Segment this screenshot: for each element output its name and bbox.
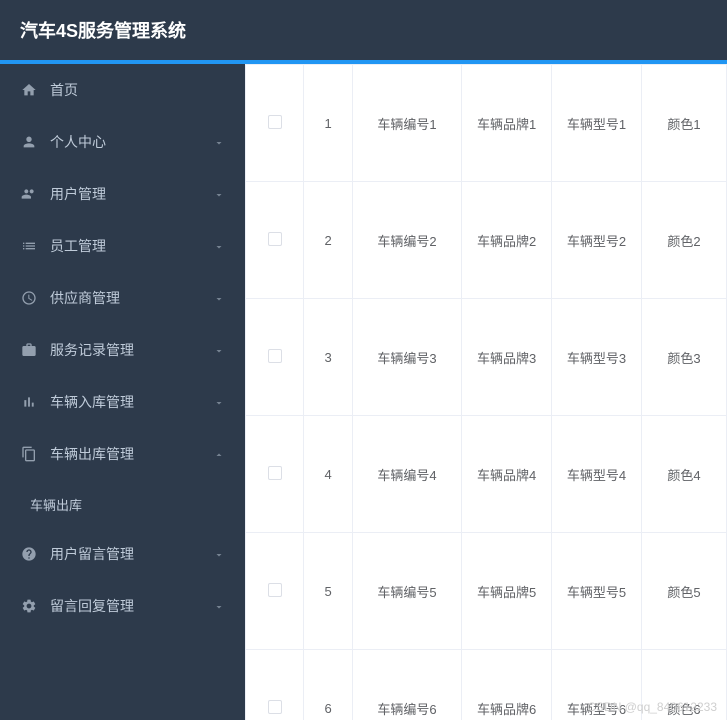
model-cell: 车辆型号4 — [552, 416, 642, 533]
row-checkbox[interactable] — [268, 115, 282, 129]
index-cell: 5 — [304, 533, 353, 650]
sidebar-item-replies[interactable]: 留言回复管理 — [0, 580, 245, 632]
chart-icon — [20, 393, 38, 411]
row-checkbox[interactable] — [268, 349, 282, 363]
sidebar-item-label: 员工管理 — [50, 236, 213, 256]
sidebar-subitem-vehicle-out[interactable]: 车辆出库 — [0, 480, 245, 528]
brand-cell: 车辆品牌1 — [462, 65, 552, 182]
checkbox-cell — [246, 299, 304, 416]
code-cell: 车辆编号6 — [352, 650, 461, 720]
brand-cell: 车辆品牌6 — [462, 650, 552, 720]
sidebar: 首页 个人中心 用户管理 员工管理 供应商管理 服务记录管理 — [0, 64, 245, 720]
sidebar-item-messages[interactable]: 用户留言管理 — [0, 528, 245, 580]
chevron-up-icon — [213, 448, 225, 460]
model-cell: 车辆型号1 — [552, 65, 642, 182]
sidebar-item-label: 车辆入库管理 — [50, 392, 213, 412]
sidebar-item-label: 个人中心 — [50, 132, 213, 152]
chevron-down-icon — [213, 548, 225, 560]
briefcase-icon — [20, 341, 38, 359]
duplicate-icon — [20, 445, 38, 463]
brand-cell: 车辆品牌5 — [462, 533, 552, 650]
vehicle-table: 1 车辆编号1 车辆品牌1 车辆型号1 颜色1 2 车辆编号2 车辆品牌2 车辆… — [245, 64, 727, 720]
table-row: 4 车辆编号4 车辆品牌4 车辆型号4 颜色4 — [246, 416, 727, 533]
row-checkbox[interactable] — [268, 232, 282, 246]
brand-cell: 车辆品牌2 — [462, 182, 552, 299]
brand-cell: 车辆品牌3 — [462, 299, 552, 416]
question-icon — [20, 545, 38, 563]
index-cell: 3 — [304, 299, 353, 416]
table-row: 2 车辆编号2 车辆品牌2 车辆型号2 颜色2 — [246, 182, 727, 299]
user-icon — [20, 133, 38, 151]
index-cell: 4 — [304, 416, 353, 533]
checkbox-cell — [246, 533, 304, 650]
sidebar-item-home[interactable]: 首页 — [0, 64, 245, 116]
checkbox-cell — [246, 65, 304, 182]
content-area: 1 车辆编号1 车辆品牌1 车辆型号1 颜色1 2 车辆编号2 车辆品牌2 车辆… — [245, 64, 727, 720]
code-cell: 车辆编号4 — [352, 416, 461, 533]
sidebar-subitem-label: 车辆出库 — [30, 495, 82, 514]
table-row: 3 车辆编号3 车辆品牌3 车辆型号3 颜色3 — [246, 299, 727, 416]
checkbox-cell — [246, 416, 304, 533]
table-row: 1 车辆编号1 车辆品牌1 车辆型号1 颜色1 — [246, 65, 727, 182]
clock-icon — [20, 289, 38, 307]
app-header: 汽车4S服务管理系统 — [0, 0, 727, 60]
color-cell: 颜色4 — [641, 416, 726, 533]
sidebar-item-vehicle-in[interactable]: 车辆入库管理 — [0, 376, 245, 428]
code-cell: 车辆编号1 — [352, 65, 461, 182]
color-cell: 颜色1 — [641, 65, 726, 182]
code-cell: 车辆编号2 — [352, 182, 461, 299]
chevron-down-icon — [213, 136, 225, 148]
table-row: 5 车辆编号5 车辆品牌5 车辆型号5 颜色5 — [246, 533, 727, 650]
brand-cell: 车辆品牌4 — [462, 416, 552, 533]
code-cell: 车辆编号3 — [352, 299, 461, 416]
sidebar-item-service[interactable]: 服务记录管理 — [0, 324, 245, 376]
index-cell: 6 — [304, 650, 353, 720]
sidebar-item-profile[interactable]: 个人中心 — [0, 116, 245, 168]
row-checkbox[interactable] — [268, 583, 282, 597]
model-cell: 车辆型号3 — [552, 299, 642, 416]
row-checkbox[interactable] — [268, 700, 282, 714]
watermark: CSDN @qq_840612233 — [587, 700, 717, 714]
sidebar-item-label: 服务记录管理 — [50, 340, 213, 360]
chevron-down-icon — [213, 240, 225, 252]
index-cell: 2 — [304, 182, 353, 299]
sidebar-item-users[interactable]: 用户管理 — [0, 168, 245, 220]
main-container: 首页 个人中心 用户管理 员工管理 供应商管理 服务记录管理 — [0, 64, 727, 720]
chevron-down-icon — [213, 600, 225, 612]
app-title: 汽车4S服务管理系统 — [20, 17, 186, 43]
checkbox-cell — [246, 650, 304, 720]
users-icon — [20, 185, 38, 203]
model-cell: 车辆型号2 — [552, 182, 642, 299]
sidebar-item-label: 首页 — [50, 80, 225, 100]
code-cell: 车辆编号5 — [352, 533, 461, 650]
sidebar-item-label: 供应商管理 — [50, 288, 213, 308]
chevron-down-icon — [213, 188, 225, 200]
checkbox-cell — [246, 182, 304, 299]
sidebar-item-label: 留言回复管理 — [50, 596, 213, 616]
color-cell: 颜色5 — [641, 533, 726, 650]
chevron-down-icon — [213, 396, 225, 408]
sidebar-item-label: 用户留言管理 — [50, 544, 213, 564]
color-cell: 颜色2 — [641, 182, 726, 299]
sidebar-item-label: 用户管理 — [50, 184, 213, 204]
model-cell: 车辆型号5 — [552, 533, 642, 650]
gear-icon — [20, 597, 38, 615]
chevron-down-icon — [213, 344, 225, 356]
color-cell: 颜色3 — [641, 299, 726, 416]
chevron-down-icon — [213, 292, 225, 304]
sidebar-item-supplier[interactable]: 供应商管理 — [0, 272, 245, 324]
sidebar-item-vehicle-out[interactable]: 车辆出库管理 — [0, 428, 245, 480]
sidebar-item-label: 车辆出库管理 — [50, 444, 213, 464]
home-icon — [20, 81, 38, 99]
index-cell: 1 — [304, 65, 353, 182]
list-icon — [20, 237, 38, 255]
sidebar-item-staff[interactable]: 员工管理 — [0, 220, 245, 272]
row-checkbox[interactable] — [268, 466, 282, 480]
